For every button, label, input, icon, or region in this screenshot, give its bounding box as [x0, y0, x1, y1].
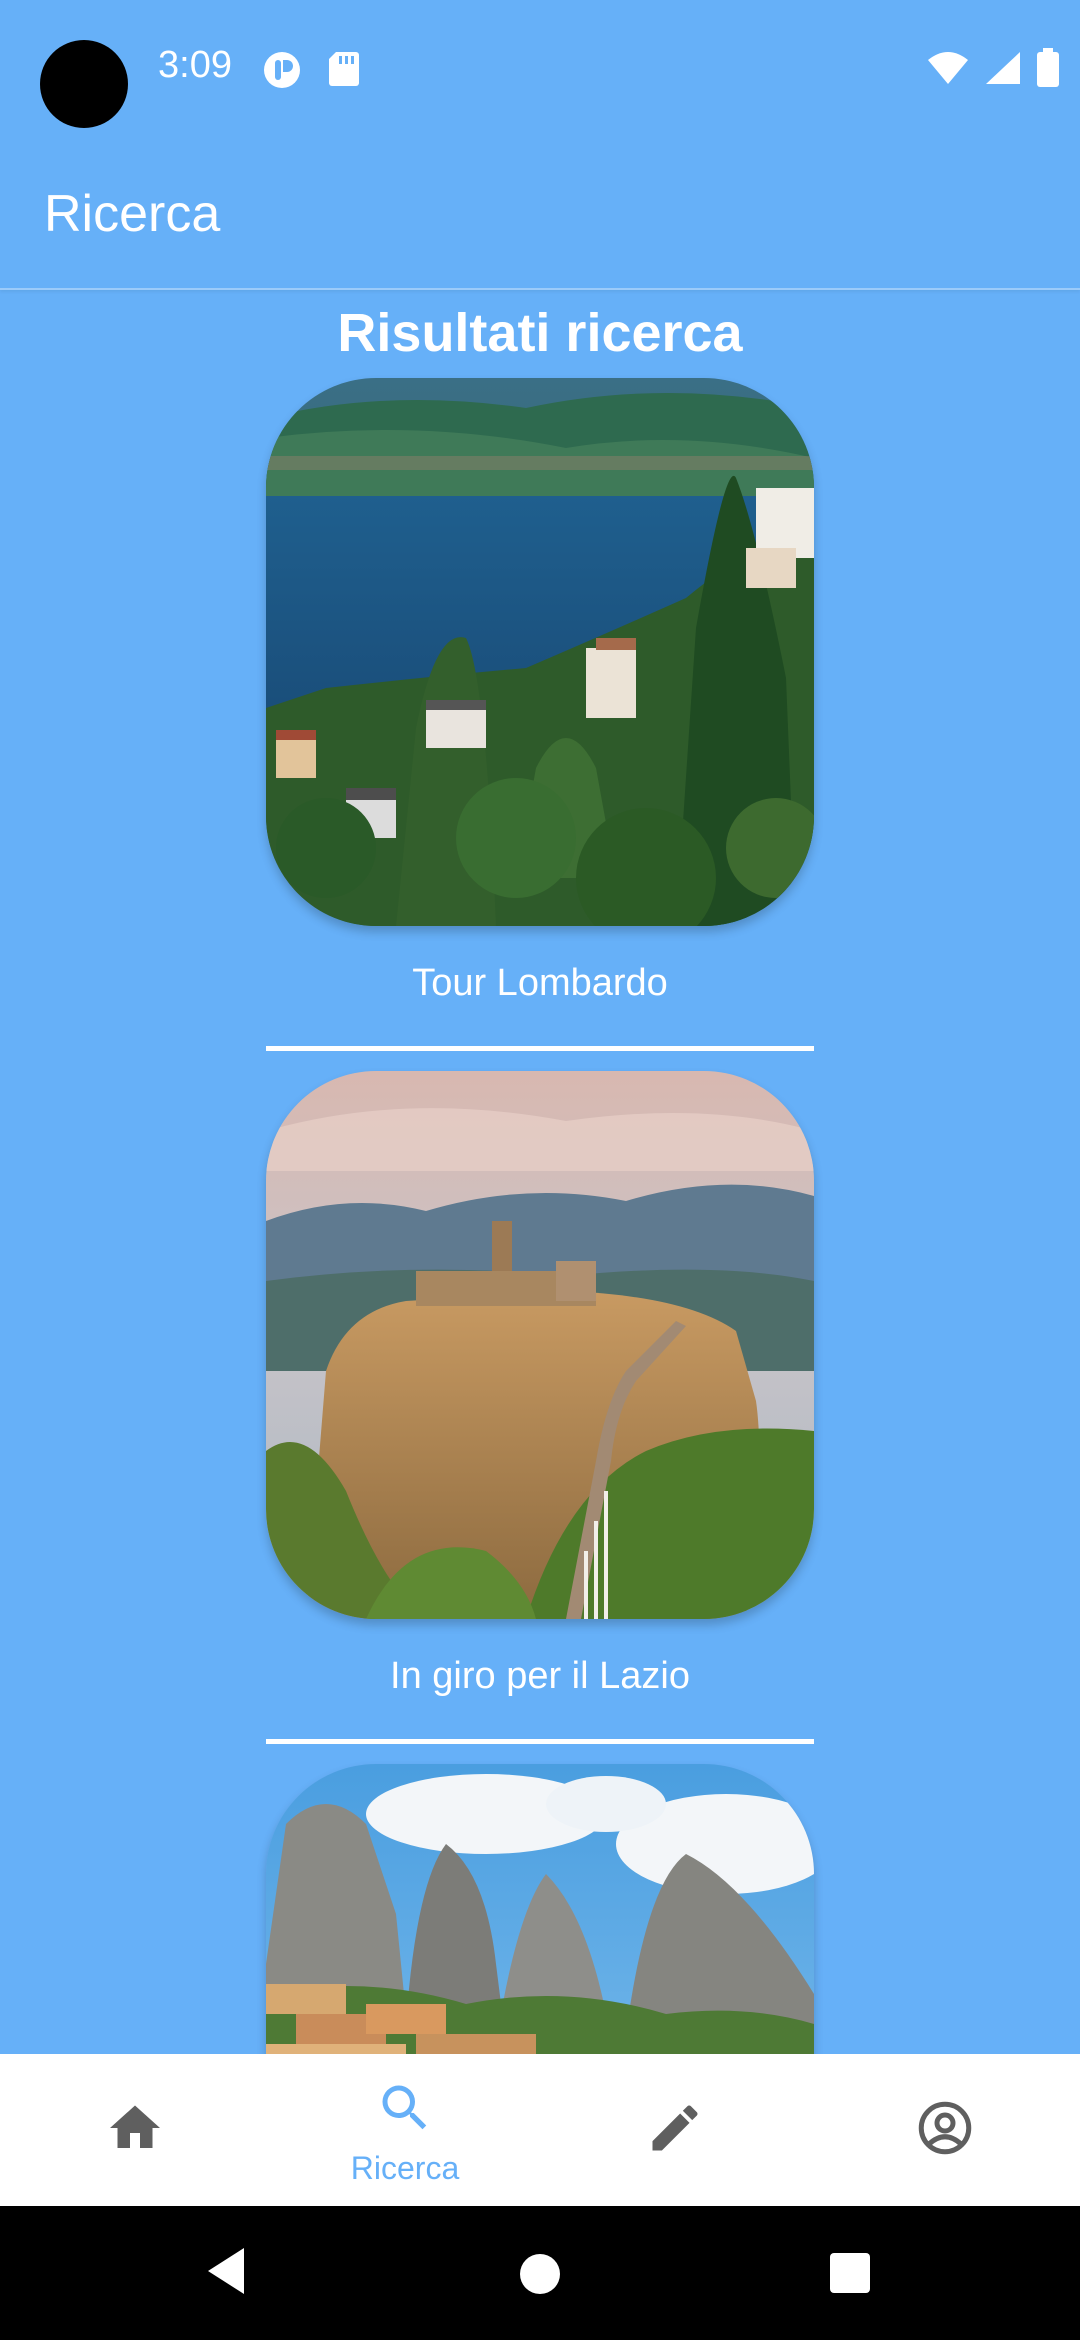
recents-icon[interactable] [829, 2252, 871, 2294]
notification-app-icon [264, 52, 300, 88]
result-card[interactable]: Tour Lombardo [266, 378, 814, 1051]
sd-card-icon [329, 52, 359, 86]
result-image-lake[interactable] [266, 378, 814, 926]
nav-account[interactable] [810, 2054, 1080, 2206]
search-results-list[interactable]: Risultati ricerca Tour Lombardo In giro … [0, 292, 1080, 2054]
app-bar: Ricerca [0, 140, 1080, 290]
signal-icon [986, 52, 1020, 84]
wifi-icon [928, 52, 968, 84]
result-image-hilltop-town[interactable] [266, 1071, 814, 1619]
result-divider [266, 1046, 814, 1051]
nav-home[interactable] [0, 2054, 270, 2206]
nav-search-label: Ricerca [350, 2150, 460, 2186]
result-divider [266, 1739, 814, 1744]
home-icon [110, 2105, 160, 2148]
status-right-icons [926, 48, 1060, 88]
status-time: 3:09 [158, 44, 232, 86]
edit-icon [652, 2105, 698, 2151]
camera-cutout [40, 40, 128, 128]
result-image-mountain-village[interactable] [266, 1764, 814, 2054]
bottom-navigation: Ricerca [0, 2054, 1080, 2206]
result-card[interactable]: In giro per il Lazio [266, 1071, 814, 1744]
nav-search[interactable]: Ricerca [270, 2054, 540, 2206]
results-heading: Risultati ricerca [337, 303, 743, 363]
account-icon [918, 2101, 972, 2155]
back-icon[interactable] [204, 2246, 248, 2296]
home-button-icon[interactable] [518, 2252, 562, 2296]
result-title[interactable]: Tour Lombardo [266, 962, 814, 1012]
screen: 3:09 Ricerca Risultati ricerca Tour Lomb… [0, 0, 1080, 2340]
result-title[interactable]: In giro per il Lazio [266, 1655, 814, 1705]
status-bar: 3:09 [0, 0, 1080, 140]
result-card[interactable] [266, 1764, 814, 2054]
app-bar-title: Ricerca [44, 185, 221, 243]
battery-icon [1037, 48, 1059, 87]
system-navigation-bar [0, 2206, 1080, 2340]
search-icon [382, 2085, 427, 2130]
nav-edit[interactable] [540, 2054, 810, 2206]
